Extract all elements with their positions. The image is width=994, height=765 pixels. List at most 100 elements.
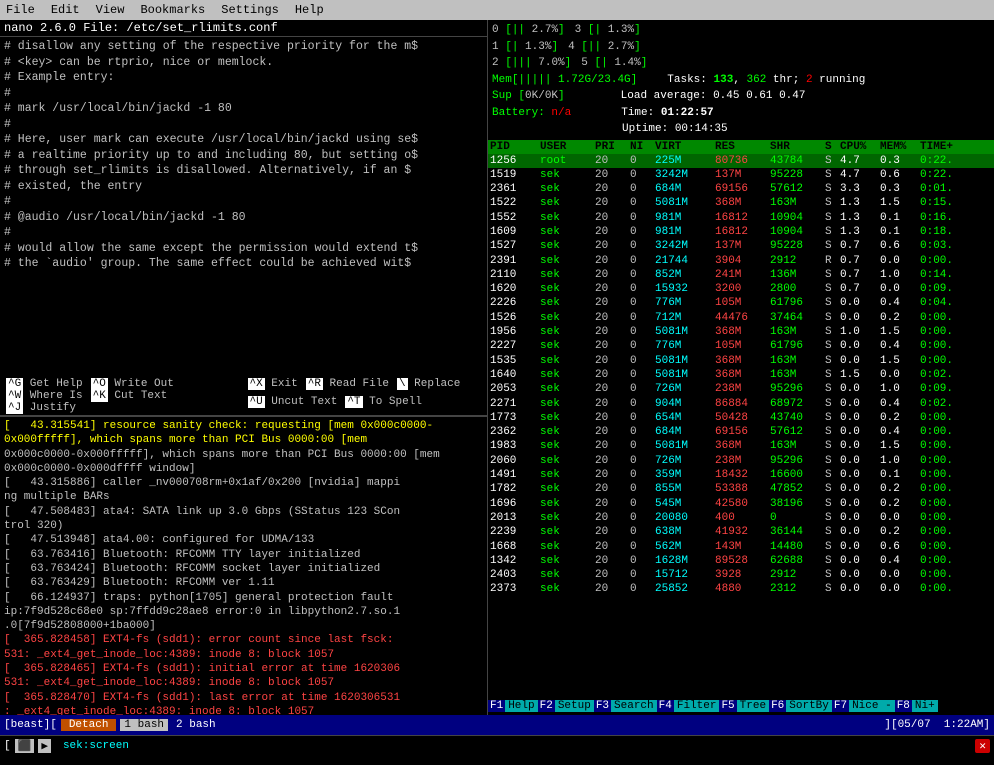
table-row[interactable]: 2060 sek 20 0 726M 238M 95296 S 0.0 1.0 … xyxy=(488,454,994,468)
log-line: 531: _ext4_get_inode_loc:4389: inode 8: … xyxy=(4,676,483,690)
nano-line: # xyxy=(4,86,483,102)
detach-button[interactable]: Detach xyxy=(61,719,117,731)
nano-title-text: nano 2.6.0 File: /etc/set_rlimits.conf xyxy=(4,21,278,35)
log-line: [ 43.315886] caller _nv000708rm+0x1af/0x… xyxy=(4,476,483,490)
htop-table-body: 1256 root 20 0 225M 80736 43784 S 4.7 0.… xyxy=(488,154,994,698)
table-row[interactable]: 2403 sek 20 0 15712 3928 2912 S 0.0 0.0 … xyxy=(488,568,994,582)
menu-settings[interactable]: Settings xyxy=(221,3,279,17)
table-row[interactable]: 1782 sek 20 0 855M 53388 47852 S 0.0 0.2… xyxy=(488,482,994,496)
table-row[interactable]: 1342 sek 20 0 1628M 89528 62688 S 0.0 0.… xyxy=(488,554,994,568)
table-row[interactable]: 2053 sek 20 0 726M 238M 95296 S 0.0 1.0 … xyxy=(488,382,994,396)
nano-line: # xyxy=(4,194,483,210)
nano-line: # xyxy=(4,225,483,241)
table-row[interactable]: 2013 sek 20 0 20080 400 0 S 0.0 0.0 0:00… xyxy=(488,511,994,525)
fn7[interactable]: F7Nice - xyxy=(832,700,895,712)
log-line: [ 63.763429] Bluetooth: RFCOMM ver 1.11 xyxy=(4,576,483,590)
fn8[interactable]: F8Ni+ xyxy=(895,700,938,712)
fn4[interactable]: F4Filter xyxy=(657,700,720,712)
table-row[interactable]: 1527 sek 20 0 3242M 137M 95228 S 0.7 0.6… xyxy=(488,239,994,253)
nano-line: # xyxy=(4,117,483,133)
table-row[interactable]: 1773 sek 20 0 654M 50428 43740 S 0.0 0.2… xyxy=(488,411,994,425)
table-row[interactable]: 1552 sek 20 0 981M 16812 10904 S 1.3 0.1… xyxy=(488,211,994,225)
log-line: [ 47.513948] ata4.00: configured for UDM… xyxy=(4,533,483,547)
col-ni[interactable]: NI xyxy=(630,141,655,153)
col-pid[interactable]: PID xyxy=(490,141,540,153)
table-row[interactable]: 1519 sek 20 0 3242M 137M 95228 S 4.7 0.6… xyxy=(488,168,994,182)
table-row[interactable]: 1620 sek 20 0 15932 3200 2800 S 0.7 0.0 … xyxy=(488,282,994,296)
col-res[interactable]: RES xyxy=(715,141,770,153)
nano-line: # a realtime priority up to and includin… xyxy=(4,148,483,164)
table-row[interactable]: 2271 sek 20 0 904M 86884 68972 S 0.0 0.4… xyxy=(488,397,994,411)
col-mem[interactable]: MEM% xyxy=(880,141,920,153)
nano-line: # mark /usr/local/bin/jackd -1 80 xyxy=(4,101,483,117)
fn5[interactable]: F5Tree xyxy=(719,700,769,712)
menu-bookmarks[interactable]: Bookmarks xyxy=(140,3,205,17)
table-row[interactable]: 1609 sek 20 0 981M 16812 10904 S 1.3 0.1… xyxy=(488,225,994,239)
table-row[interactable]: 2373 sek 20 0 25852 4880 2312 S 0.0 0.0 … xyxy=(488,582,994,596)
tab-2-bash[interactable]: 2 bash xyxy=(172,719,220,731)
fn6[interactable]: F6SortBy xyxy=(769,700,832,712)
nano-keybindings: ^G Get Help ^O Write Out ^W Where Is ^K … xyxy=(0,377,487,415)
htop-panel: 0 [|| 2.7%] 3 [| 1.3%] 1 [| 1.3%] 4 [|| … xyxy=(488,20,994,715)
nano-line: # existed, the entry xyxy=(4,179,483,195)
menubar: File Edit View Bookmarks Settings Help xyxy=(0,0,994,20)
col-s[interactable]: S xyxy=(825,141,840,153)
col-user[interactable]: USER xyxy=(540,141,595,153)
nano-line: # <key> can be rtprio, nice or memlock. xyxy=(4,55,483,71)
nano-titlebar: nano 2.6.0 File: /etc/set_rlimits.conf xyxy=(0,20,487,37)
table-row[interactable]: 1526 sek 20 0 712M 44476 37464 S 0.0 0.2… xyxy=(488,311,994,325)
menu-edit[interactable]: Edit xyxy=(51,3,80,17)
col-pri[interactable]: PRI xyxy=(595,141,630,153)
table-row[interactable]: 1668 sek 20 0 562M 143M 14480 S 0.0 0.6 … xyxy=(488,540,994,554)
statusbar: [ ⬛ ▶ sek:screen ✕ xyxy=(0,735,994,755)
log-line: [ 63.763416] Bluetooth: RFCOMM TTY layer… xyxy=(4,548,483,562)
table-row[interactable]: 1256 root 20 0 225M 80736 43784 S 4.7 0.… xyxy=(488,154,994,168)
col-time[interactable]: TIME+ xyxy=(920,141,980,153)
main-area: nano 2.6.0 File: /etc/set_rlimits.conf #… xyxy=(0,20,994,715)
table-row[interactable]: 2226 sek 20 0 776M 105M 61796 S 0.0 0.4 … xyxy=(488,296,994,310)
log-line: 531: _ext4_get_inode_loc:4389: inode 8: … xyxy=(4,648,483,662)
log-line: [ 63.763424] Bluetooth: RFCOMM socket la… xyxy=(4,562,483,576)
nano-line: # through set_rlimits is disallowed. Alt… xyxy=(4,163,483,179)
menu-file[interactable]: File xyxy=(6,3,35,17)
log-line: [ 43.315541] resource sanity check: requ… xyxy=(4,419,483,448)
log-line: : _ext4_get_inode_loc:4389: inode 8: blo… xyxy=(4,705,483,715)
terminal-icon[interactable]: ▶ xyxy=(38,739,51,753)
col-cpu[interactable]: CPU% xyxy=(840,141,880,153)
htop-footer: F1Help F2Setup F3Search F4Filter F5Tree … xyxy=(488,697,994,715)
table-row[interactable]: 1522 sek 20 0 5081M 368M 163M S 1.3 1.5 … xyxy=(488,196,994,210)
table-row[interactable]: 2227 sek 20 0 776M 105M 61796 S 0.0 0.4 … xyxy=(488,339,994,353)
session-name: sek:screen xyxy=(63,740,129,752)
menu-view[interactable]: View xyxy=(96,3,125,17)
table-row[interactable]: 1983 sek 20 0 5081M 368M 163M S 0.0 1.5 … xyxy=(488,439,994,453)
table-row[interactable]: 1696 sek 20 0 545M 42580 38196 S 0.0 0.2… xyxy=(488,497,994,511)
nano-line: # Here, user mark can execute /usr/local… xyxy=(4,132,483,148)
col-virt[interactable]: VIRT xyxy=(655,141,715,153)
terminal-log[interactable]: [ 43.315541] resource sanity check: requ… xyxy=(0,415,487,715)
fn2[interactable]: F2Setup xyxy=(538,700,594,712)
nano-line: # @audio /usr/local/bin/jackd -1 80 xyxy=(4,210,483,226)
log-line: [ 365.828465] EXT4-fs (sdd1): initial er… xyxy=(4,662,483,676)
table-row[interactable]: 2362 sek 20 0 684M 69156 57612 S 0.0 0.4… xyxy=(488,425,994,439)
table-row[interactable]: 1535 sek 20 0 5081M 368M 163M S 0.0 1.5 … xyxy=(488,354,994,368)
log-line: [ 365.828458] EXT4-fs (sdd1): error coun… xyxy=(4,633,483,647)
tab-1-bash[interactable]: 1 bash xyxy=(120,719,168,731)
htop-header: 0 [|| 2.7%] 3 [| 1.3%] 1 [| 1.3%] 4 [|| … xyxy=(488,20,994,140)
table-row[interactable]: 1956 sek 20 0 5081M 368M 163M S 1.0 1.5 … xyxy=(488,325,994,339)
table-row[interactable]: 1640 sek 20 0 5081M 368M 163M S 1.5 0.0 … xyxy=(488,368,994,382)
table-row[interactable]: 2391 sek 20 0 21744 3904 2912 R 0.7 0.0 … xyxy=(488,254,994,268)
col-shr[interactable]: SHR xyxy=(770,141,825,153)
close-icon[interactable]: ✕ xyxy=(975,739,990,753)
table-row[interactable]: 2361 sek 20 0 684M 69156 57612 S 3.3 0.3… xyxy=(488,182,994,196)
left-panel: nano 2.6.0 File: /etc/set_rlimits.conf #… xyxy=(0,20,488,715)
fn3[interactable]: F3Search xyxy=(594,700,657,712)
table-row[interactable]: 1491 sek 20 0 359M 18432 16600 S 0.0 0.1… xyxy=(488,468,994,482)
fn1[interactable]: F1Help xyxy=(488,700,538,712)
table-row[interactable]: 2239 sek 20 0 638M 41932 36144 S 0.0 0.2… xyxy=(488,525,994,539)
status-left-bracket: [ xyxy=(4,740,11,752)
table-row[interactable]: 2110 sek 20 0 852M 241M 136M S 0.7 1.0 0… xyxy=(488,268,994,282)
menu-help[interactable]: Help xyxy=(295,3,324,17)
log-line: trol 320) xyxy=(4,519,483,533)
nano-editor-content[interactable]: # disallow any setting of the respective… xyxy=(0,37,487,377)
log-line: [ 66.124937] traps: python[1705] general… xyxy=(4,591,483,605)
